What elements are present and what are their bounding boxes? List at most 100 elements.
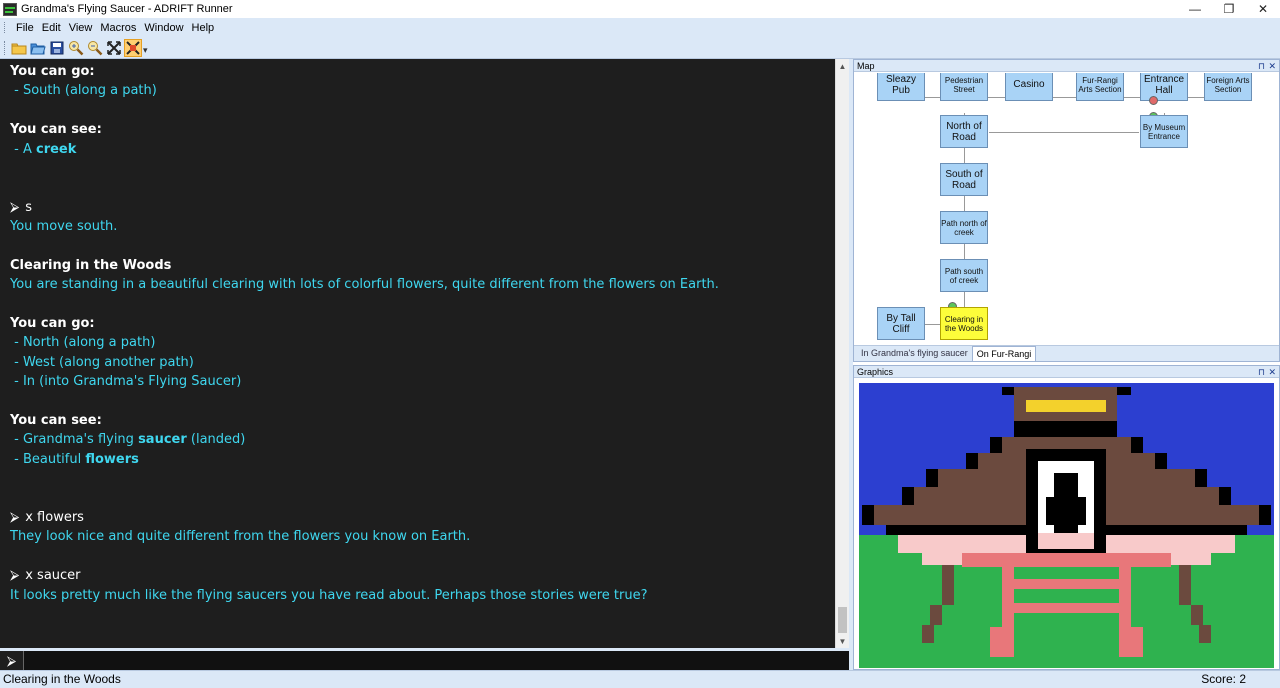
map-room-casino[interactable]: Casino <box>1005 73 1053 101</box>
status-bar: Clearing in the Woods Score: 2 <box>0 670 1280 688</box>
map-panel: Map ⊓ ✕ Sleazy Pub Pedestrian Street Cas… <box>853 59 1280 362</box>
object-keyword: creek <box>35 141 77 157</box>
output-line: - West (along another path) <box>10 354 194 370</box>
output-line: ⮚ x flowers <box>10 508 835 527</box>
open-file-icon[interactable] <box>29 39 47 57</box>
output-line: - North (along a path) <box>10 335 156 351</box>
output-text: - Grandma's flying <box>10 432 139 448</box>
map-room-north-of-road[interactable]: North of Road <box>940 115 988 148</box>
pin-icon[interactable]: ⊓ <box>1258 60 1265 72</box>
map-toggle-icon[interactable] <box>124 38 142 57</box>
output-line: It looks pretty much like the flying sau… <box>10 587 648 603</box>
output-line: - South (along a path) <box>10 83 157 99</box>
object-keyword: flowers <box>85 451 139 467</box>
map-room-south-of-road[interactable]: South of Road <box>940 163 988 196</box>
minimize-button[interactable]: — <box>1178 0 1212 18</box>
restore-button[interactable]: ❐ <box>1212 0 1246 18</box>
close-icon[interactable]: ✕ <box>1268 366 1276 378</box>
map-room-entrance-hall[interactable]: Entrance Hall <box>1140 73 1188 101</box>
output-text: - Beautiful <box>10 451 86 467</box>
toolbar-grip[interactable] <box>4 40 7 55</box>
scroll-thumb[interactable] <box>838 607 847 633</box>
map-room-pedestrian-street[interactable]: Pedestrian Street <box>940 73 988 101</box>
graphics-panel-header: Graphics ⊓ ✕ <box>854 366 1279 378</box>
window-controls: — ❐ ✕ <box>1178 0 1280 18</box>
map-room-by-museum-entrance[interactable]: By Museum Entrance <box>1140 115 1188 148</box>
output-line: - Grandma's flying saucer (landed) <box>10 430 835 449</box>
zoom-in-icon[interactable] <box>67 39 85 57</box>
command-input[interactable] <box>24 651 849 670</box>
map-room-foreign-arts[interactable]: Foreign Arts Section <box>1204 73 1252 101</box>
scroll-up-icon[interactable]: ▲ <box>836 59 849 73</box>
output-line: They look nice and quite different from … <box>10 529 471 545</box>
command-bar: ⮚ <box>0 648 849 670</box>
object-keyword: saucer <box>138 432 187 448</box>
scroll-down-icon[interactable]: ▼ <box>836 634 849 648</box>
map-panel-title: Map <box>857 61 875 71</box>
output-line: - Beautiful flowers <box>10 450 835 469</box>
menu-help[interactable]: Help <box>188 22 219 34</box>
output-line: - In (into Grandma's Flying Saucer) <box>10 374 242 390</box>
zoom-out-icon[interactable] <box>86 39 104 57</box>
menu-grip[interactable] <box>4 22 7 33</box>
close-icon[interactable]: ✕ <box>1268 60 1276 72</box>
menu-edit[interactable]: Edit <box>38 22 65 34</box>
map-panel-header: Map ⊓ ✕ <box>854 60 1279 72</box>
fullscreen-icon[interactable] <box>105 39 123 57</box>
map-room-sleazy-pub[interactable]: Sleazy Pub <box>877 73 925 101</box>
output-line: - A creek <box>10 140 835 159</box>
output-line: You are standing in a beautiful clearing… <box>10 277 719 293</box>
menu-file[interactable]: File <box>12 22 38 34</box>
app-icon <box>3 2 17 16</box>
output-line: ⮚ s <box>10 198 835 217</box>
window-title: Grandma's Flying Saucer - ADRIFT Runner <box>21 3 233 15</box>
map-room-by-tall-cliff[interactable]: By Tall Cliff <box>877 307 925 340</box>
output-line: You can go: <box>10 64 95 79</box>
status-location: Clearing in the Woods <box>3 672 121 686</box>
tab-on-fur-rangi[interactable]: On Fur-Rangi <box>971 346 1037 361</box>
map-connector <box>989 132 1139 133</box>
menu-view[interactable]: View <box>65 22 97 34</box>
status-score: Score: 2 <box>1201 672 1246 686</box>
command-echo: x saucer <box>25 568 81 584</box>
output-text: - A <box>10 141 36 157</box>
output-line: You can see: <box>10 413 102 429</box>
map-room-path-south-of-creek[interactable]: Path south of creek <box>940 259 988 292</box>
map-room-clearing-in-the-woods[interactable]: Clearing in the Woods <box>940 307 988 340</box>
title-bar: Grandma's Flying Saucer - ADRIFT Runner … <box>0 0 1280 18</box>
graphics-panel: Graphics ⊓ ✕ <box>853 365 1280 670</box>
output-text: (landed) <box>186 432 246 448</box>
prompt-icon: ⮚ <box>10 568 20 584</box>
location-picture <box>859 383 1274 668</box>
menu-macros[interactable]: Macros <box>96 22 140 34</box>
output-scrollbar[interactable]: ▲ ▼ <box>835 59 849 648</box>
output-line: ⮚ x saucer <box>10 566 835 585</box>
output-line: Clearing in the Woods <box>10 257 172 273</box>
save-icon[interactable] <box>48 39 66 57</box>
prompt-icon: ⮚ <box>10 509 20 525</box>
toolbar-overflow-icon[interactable]: ▾ <box>143 39 151 57</box>
close-button[interactable]: ✕ <box>1246 0 1280 18</box>
map-tabs: In Grandma's flying saucer On Fur-Rangi <box>854 345 1279 361</box>
command-echo: s <box>25 199 33 215</box>
graphics-panel-title: Graphics <box>857 367 894 377</box>
tab-in-grandmas-flying-saucer[interactable]: In Grandma's flying saucer <box>857 346 972 361</box>
map-room-path-north-of-creek[interactable]: Path north of creek <box>940 211 988 244</box>
game-output: You can go: - South (along a path) You ca… <box>0 59 835 648</box>
menu-bar: File Edit View Macros Window Help <box>0 18 1280 37</box>
map-canvas[interactable]: Sleazy Pub Pedestrian Street Casino Fur-… <box>854 73 1279 345</box>
open-folder-icon[interactable] <box>10 39 28 57</box>
prompt-icon: ⮚ <box>10 199 20 215</box>
menu-window[interactable]: Window <box>140 22 187 34</box>
output-line: You can go: <box>10 316 95 332</box>
pin-icon[interactable]: ⊓ <box>1258 366 1265 378</box>
command-echo: x flowers <box>25 509 84 525</box>
map-room-fur-rangi-arts[interactable]: Fur-Rangi Arts Section <box>1076 73 1124 101</box>
